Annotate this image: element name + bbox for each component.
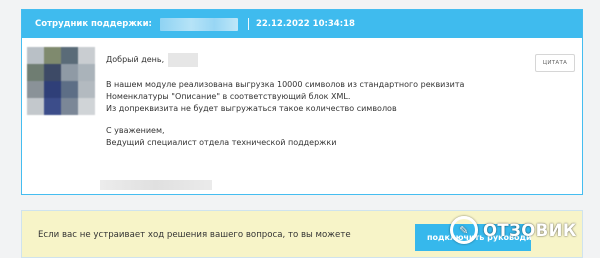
- support-reply-card: Сотрудник поддержки: 22.12.2022 10:34:18…: [21, 9, 583, 195]
- agent-name-redacted: [159, 17, 238, 31]
- message-line: В нашем модуле реализована выгрузка 1000…: [106, 80, 465, 89]
- reply-message: Добрый день, В нашем модуле реализована …: [106, 52, 546, 149]
- otzovik-logo-icon: ✎: [450, 216, 478, 244]
- otzovik-watermark: ✎ ОТЗОВИК: [450, 213, 577, 247]
- closing-text: С уважением,: [106, 126, 165, 135]
- customer-name-redacted: [168, 52, 199, 67]
- support-agent-label: Сотрудник поддержки:: [35, 19, 152, 29]
- message-line: Из допреквизита не будет выгружаться так…: [106, 104, 397, 113]
- signature-name-redacted: [100, 180, 212, 190]
- escalation-text: Если вас не устраивает ход решения вашег…: [38, 230, 351, 240]
- header-divider: [247, 18, 249, 30]
- reply-timestamp: 22.12.2022 10:34:18: [255, 19, 355, 29]
- reply-header: Сотрудник поддержки: 22.12.2022 10:34:18: [22, 10, 582, 38]
- greeting-text: Добрый день,: [106, 54, 165, 64]
- agent-avatar: [27, 47, 95, 115]
- watermark-text: ОТЗОВИК: [483, 220, 577, 240]
- message-line: Номенклатуры "Описание" в соответствующи…: [106, 92, 351, 101]
- signature-title: Ведущий специалист отдела технической по…: [106, 138, 337, 147]
